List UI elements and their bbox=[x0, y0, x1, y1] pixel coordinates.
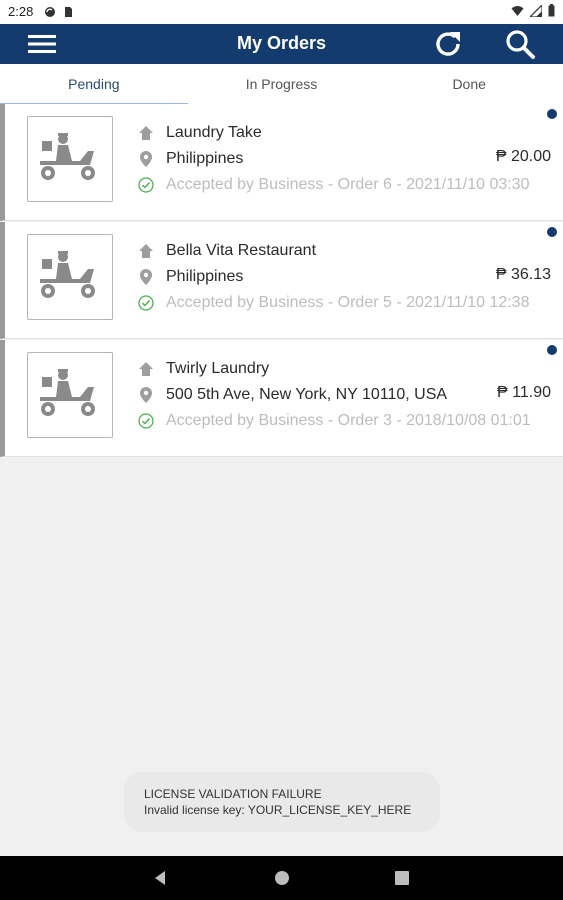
business-row: Bella Vita Restaurant bbox=[138, 240, 316, 262]
delivery-scooter-icon bbox=[40, 251, 95, 298]
location-pin-icon bbox=[140, 269, 152, 285]
order-price: ₱ 11.90 bbox=[497, 384, 551, 401]
order-card[interactable]: Bella Vita Restaurant Philippines ₱ 36.1… bbox=[0, 222, 563, 339]
home-icon bbox=[139, 126, 153, 140]
sd-card-icon bbox=[65, 7, 72, 17]
order-location: 500 5th Ave, New York, NY 10110, USA bbox=[166, 386, 448, 403]
status-row: Accepted by Business - Order 5 - 2021/11… bbox=[138, 292, 529, 314]
status-bar: 2:28 bbox=[0, 0, 563, 24]
check-circle-icon bbox=[138, 413, 154, 429]
location-row: Philippines bbox=[138, 266, 243, 288]
business-row: Laundry Take bbox=[138, 122, 262, 144]
order-status: Accepted by Business - Order 6 - 2021/11… bbox=[166, 176, 530, 193]
tab-done[interactable]: Done bbox=[375, 64, 563, 104]
order-tabs: Pending In Progress Done bbox=[0, 64, 563, 105]
location-pin-icon bbox=[140, 387, 152, 403]
delivery-scooter-icon bbox=[40, 369, 95, 416]
location-row: Philippines bbox=[138, 148, 243, 170]
tab-in-progress[interactable]: In Progress bbox=[188, 64, 376, 104]
recents-icon[interactable] bbox=[392, 868, 412, 888]
status-row: Accepted by Business - Order 3 - 2018/10… bbox=[138, 410, 531, 432]
check-circle-icon bbox=[138, 177, 154, 193]
home-icon bbox=[139, 362, 153, 376]
home-icon bbox=[139, 244, 153, 258]
battery-icon bbox=[548, 4, 555, 17]
unread-dot bbox=[547, 345, 557, 355]
business-name: Bella Vita Restaurant bbox=[166, 242, 317, 259]
signal-icon bbox=[530, 4, 542, 17]
order-thumbnail bbox=[27, 234, 113, 320]
sync-icon bbox=[45, 7, 55, 17]
page-title: My Orders bbox=[236, 33, 327, 53]
location-row: 500 5th Ave, New York, NY 10110, USA bbox=[138, 384, 447, 406]
status-right-icons bbox=[511, 4, 555, 17]
toast-message: Invalid license key: YOUR_LICENSE_KEY_HE… bbox=[144, 803, 412, 817]
unread-dot bbox=[547, 109, 557, 119]
order-card[interactable]: Twirly Laundry 500 5th Ave, New York, NY… bbox=[0, 340, 563, 457]
order-location: Philippines bbox=[166, 150, 244, 167]
order-status: Accepted by Business - Order 5 - 2021/11… bbox=[166, 294, 530, 311]
check-circle-icon bbox=[138, 295, 154, 311]
license-toast: LICENSE VALIDATION FAILURE Invalid licen… bbox=[124, 772, 440, 832]
business-row: Twirly Laundry bbox=[138, 358, 269, 380]
back-icon[interactable] bbox=[150, 868, 170, 888]
order-thumbnail bbox=[27, 352, 113, 438]
order-thumbnail bbox=[27, 116, 113, 202]
toast-title: LICENSE VALIDATION FAILURE bbox=[144, 787, 322, 801]
tab-pending[interactable]: Pending bbox=[0, 64, 188, 105]
delivery-scooter-icon bbox=[40, 133, 95, 180]
unread-dot bbox=[547, 227, 557, 237]
system-nav-bar bbox=[0, 856, 563, 900]
wifi-icon bbox=[511, 5, 524, 16]
order-card[interactable]: Laundry Take Philippines ₱ 20.00 Accepte… bbox=[0, 104, 563, 221]
business-name: Laundry Take bbox=[166, 124, 262, 141]
order-location: Philippines bbox=[166, 268, 244, 285]
orders-list: Laundry Take Philippines ₱ 20.00 Accepte… bbox=[0, 104, 563, 458]
search-icon[interactable] bbox=[504, 28, 536, 60]
status-time: 2:28 bbox=[8, 4, 34, 19]
app-bar: My Orders bbox=[0, 24, 563, 64]
home-nav-icon[interactable] bbox=[272, 868, 292, 888]
business-name: Twirly Laundry bbox=[166, 360, 270, 377]
order-price: ₱ 20.00 bbox=[495, 148, 551, 165]
order-price: ₱ 36.13 bbox=[495, 266, 551, 283]
refresh-icon[interactable] bbox=[432, 28, 464, 60]
order-status: Accepted by Business - Order 3 - 2018/10… bbox=[166, 412, 531, 429]
location-pin-icon bbox=[140, 151, 152, 167]
status-row: Accepted by Business - Order 6 - 2021/11… bbox=[138, 174, 529, 196]
